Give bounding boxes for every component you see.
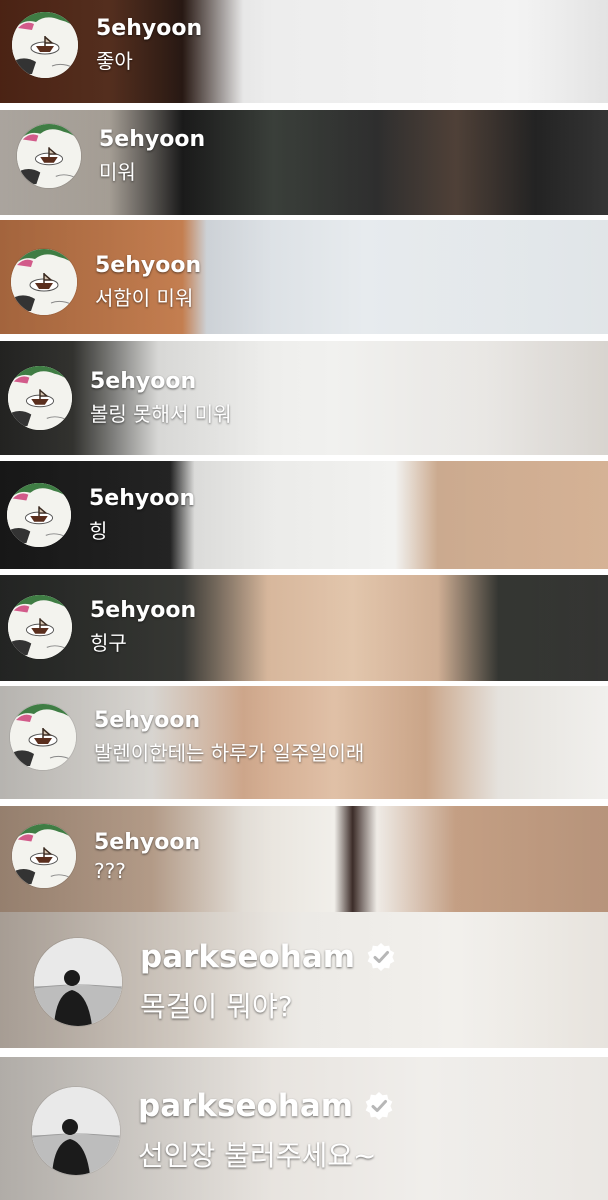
illustrated-boat-avatar-icon — [17, 124, 81, 188]
username[interactable]: 5ehyoon — [90, 369, 232, 394]
comment-strip: 5ehyoon 힝 — [0, 461, 608, 569]
silhouette-photo-avatar-icon — [34, 938, 122, 1026]
comment-text: 미워 — [99, 160, 136, 184]
illustrated-boat-avatar-icon — [8, 366, 72, 430]
verified-badge-icon — [367, 943, 395, 971]
username[interactable]: 5ehyoon — [94, 708, 364, 733]
illustrated-boat-avatar-icon — [7, 483, 71, 547]
username[interactable]: 5ehyoon — [90, 598, 196, 623]
illustrated-boat-avatar-icon — [10, 704, 76, 770]
username[interactable]: parkseoham — [140, 939, 355, 975]
comment-text: 볼링 못해서 미워 — [90, 402, 232, 426]
verified-badge-icon — [365, 1092, 393, 1120]
avatar[interactable] — [8, 366, 72, 430]
silhouette-photo-avatar-icon — [32, 1087, 120, 1175]
avatar[interactable] — [7, 483, 71, 547]
avatar[interactable] — [17, 124, 81, 188]
illustrated-boat-avatar-icon — [8, 595, 72, 659]
comment-text: 서함이 미워 — [95, 286, 194, 310]
avatar[interactable] — [12, 12, 78, 78]
separator — [0, 1048, 608, 1057]
separator — [0, 334, 608, 341]
comment-text: 목걸이 뭐야? — [140, 990, 293, 1023]
username[interactable]: 5ehyoon — [96, 16, 202, 41]
illustrated-boat-avatar-icon — [11, 249, 77, 315]
comment-strip: 5ehyoon 미워 — [0, 110, 608, 215]
avatar[interactable] — [32, 1087, 120, 1175]
illustrated-boat-avatar-icon — [12, 12, 78, 78]
comment-text: 선인장 불러주세요~ — [138, 1139, 377, 1172]
username[interactable]: 5ehyoon — [99, 127, 205, 152]
separator — [0, 103, 608, 110]
avatar[interactable] — [34, 938, 122, 1026]
comment-strip: 5ehyoon 좋아 — [0, 0, 608, 103]
comment-text: ??? — [94, 858, 126, 883]
comment-strip: 5ehyoon 서함이 미워 — [0, 220, 608, 334]
comment-text: 좋아 — [96, 49, 133, 73]
avatar[interactable] — [10, 704, 76, 770]
comment-strip: 5ehyoon 발렌이한테는 하루가 일주일이래 — [0, 686, 608, 799]
avatar[interactable] — [8, 595, 72, 659]
avatar[interactable] — [12, 824, 76, 888]
comment-text: 힝 — [89, 519, 108, 543]
username[interactable]: 5ehyoon — [95, 253, 201, 278]
comment-strip: 5ehyoon 볼링 못해서 미워 — [0, 341, 608, 455]
avatar[interactable] — [11, 249, 77, 315]
username[interactable]: parkseoham — [138, 1088, 353, 1124]
comment-text: 힝구 — [90, 631, 127, 655]
comment-strip: 5ehyoon ??? — [0, 806, 608, 912]
comment-strip: 5ehyoon 힝구 — [0, 575, 608, 681]
illustrated-boat-avatar-icon — [12, 824, 76, 888]
username[interactable]: 5ehyoon — [94, 830, 200, 855]
comment-strip: parkseoham 목걸이 뭐야? — [0, 912, 608, 1048]
username[interactable]: 5ehyoon — [89, 486, 195, 511]
comment-text: 발렌이한테는 하루가 일주일이래 — [94, 741, 365, 765]
separator — [0, 799, 608, 806]
comment-strip: parkseoham 선인장 불러주세요~ — [0, 1057, 608, 1200]
